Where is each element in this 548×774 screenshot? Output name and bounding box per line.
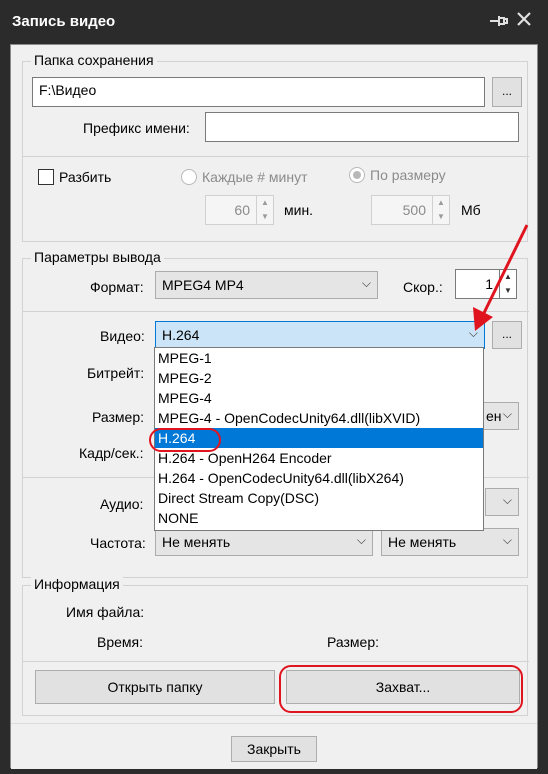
prefix-input[interactable] (205, 112, 519, 142)
size-unit: Мб (461, 202, 481, 218)
bitrate-label: Битрейт: (87, 365, 145, 381)
video-label: Видео: (100, 328, 145, 344)
minutes-spinner[interactable]: 60 ▲ ▼ (205, 195, 275, 225)
resolution-label: Размер: (92, 409, 145, 425)
chevron-down-icon: ⌵ (502, 533, 512, 547)
spin-down-icon[interactable]: ▼ (433, 210, 449, 224)
info-legend: Информация (31, 576, 123, 592)
audio-codec-select[interactable]: ⌵ (485, 488, 519, 516)
title-bar[interactable]: Запись видео (0, 0, 548, 44)
close-icon[interactable] (512, 10, 536, 34)
frequency-label: Частота: (90, 535, 146, 551)
folder-path-input[interactable]: F:\Видео (32, 77, 485, 107)
dropdown-option[interactable]: Direct Stream Copy(DSC) (155, 488, 483, 508)
fps-label: Кадр/сек.: (79, 445, 144, 461)
spin-down-icon[interactable]: ▼ (257, 210, 273, 224)
minutes-stepper[interactable]: ▲ ▼ (256, 195, 274, 225)
time-label: Время: (97, 634, 144, 650)
dropdown-option[interactable]: MPEG-4 (155, 388, 483, 408)
radio-by-size[interactable] (349, 167, 365, 183)
close-dialog-button[interactable]: Закрыть (231, 736, 317, 762)
dropdown-option[interactable]: MPEG-1 (155, 348, 483, 368)
split-label: Разбить (59, 169, 112, 185)
minutes-unit: мин. (284, 202, 314, 218)
dropdown-option[interactable]: MPEG-2 (155, 368, 483, 388)
radio-every-minutes[interactable] (181, 169, 197, 185)
chevron-down-icon: ⌵ (502, 493, 512, 507)
h264-highlight-ellipse (149, 428, 221, 452)
video-codec-select[interactable]: H.264 ⌵ (155, 321, 485, 349)
size-stepper[interactable]: ▲ ▼ (432, 195, 450, 225)
separator (23, 156, 529, 157)
every-minutes-label: Каждые # минут (202, 169, 308, 185)
dropdown-option[interactable]: NONE (155, 508, 483, 528)
dropdown-option[interactable]: H.264 - OpenCodecUnity64.dll(libX264) (155, 468, 483, 488)
channels-select[interactable]: Не менять ⌵ (381, 528, 519, 556)
footer-bar: Закрыть (11, 723, 537, 769)
audio-label: Аудио: (100, 496, 144, 512)
window-title: Запись видео (12, 13, 116, 30)
chevron-down-icon: ⌵ (361, 276, 371, 290)
save-folder-group: Папка сохранения F:\Видео ... Префикс им… (22, 52, 529, 242)
format-label: Формат: (90, 279, 144, 295)
separator (23, 311, 529, 312)
chevron-down-icon: ⌵ (356, 533, 366, 547)
split-checkbox[interactable] (38, 169, 54, 185)
dialog-body: Папка сохранения F:\Видео ... Префикс им… (10, 44, 538, 769)
open-folder-button[interactable]: Открыть папку (35, 670, 275, 704)
minutes-value[interactable]: 60 (205, 195, 257, 225)
size-spinner[interactable]: 500 ▲ ▼ (371, 195, 451, 225)
by-size-label: По размеру (370, 167, 446, 183)
format-select[interactable]: MPEG4 MP4 ⌵ (155, 271, 378, 299)
annotation-arrow-icon (473, 224, 529, 331)
chevron-down-icon: ⌵ (502, 407, 512, 421)
dropdown-option[interactable]: MPEG-4 - OpenCodecUnity64.dll(libXVID) (155, 408, 483, 428)
output-params-legend: Параметры вывода (31, 249, 164, 265)
browse-folder-button[interactable]: ... (492, 77, 522, 107)
filesize-label: Размер: (327, 634, 380, 650)
size-value[interactable]: 500 (371, 195, 433, 225)
frequency-select[interactable]: Не менять ⌵ (155, 528, 373, 556)
separator (23, 661, 529, 662)
capture-video-window: Запись видео Папка сохранения F:\Видео .… (0, 0, 548, 774)
pin-icon[interactable] (486, 10, 510, 34)
spin-up-icon[interactable]: ▲ (433, 196, 449, 210)
spin-up-icon[interactable]: ▲ (257, 196, 273, 210)
capture-highlight-ellipse (279, 665, 523, 713)
speed-label: Скор.: (403, 279, 443, 295)
save-folder-legend: Папка сохранения (31, 52, 157, 68)
filename-label: Имя файла: (66, 604, 145, 620)
prefix-label: Префикс имени: (83, 120, 190, 136)
